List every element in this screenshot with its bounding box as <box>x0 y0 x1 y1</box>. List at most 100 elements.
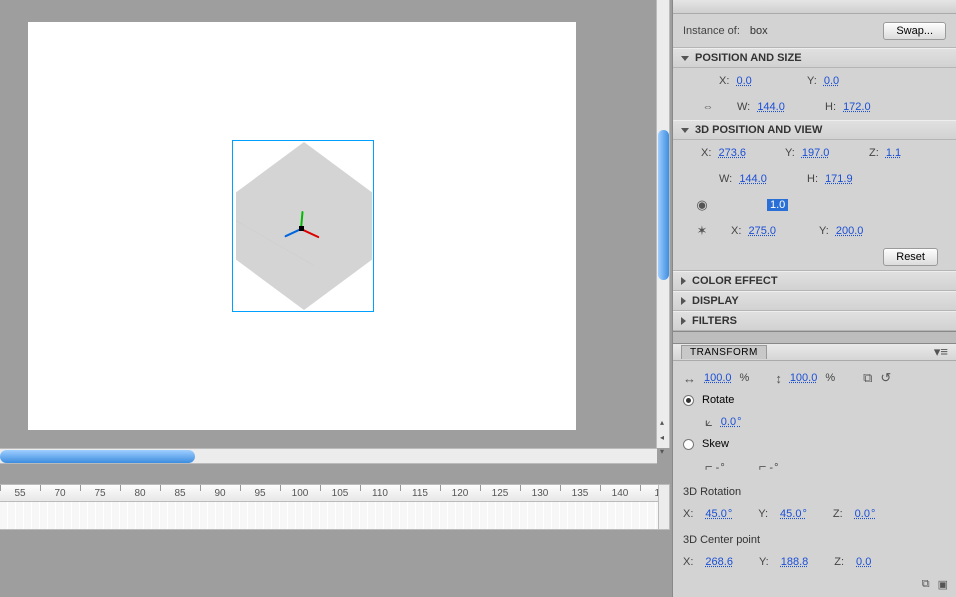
rot-x-value[interactable]: 45.0 <box>705 508 732 520</box>
ruler-tick: 115 <box>400 488 440 499</box>
ruler-tick: 80 <box>120 488 160 499</box>
center-x-value[interactable]: 268.6 <box>705 556 733 568</box>
timeline-scrollbar[interactable] <box>658 484 670 530</box>
3d-center-row: X: 268.6 Y: 188.8 Z: 0.0 <box>683 551 946 573</box>
3d-z-value[interactable]: 1.1 <box>886 147 901 159</box>
center-z-value[interactable]: 0.0 <box>856 556 871 568</box>
3d-axis-gizmo[interactable] <box>290 212 330 252</box>
scrollbar-thumb[interactable] <box>658 130 669 280</box>
pct: % <box>740 372 750 384</box>
pos-h-value[interactable]: 172.0 <box>843 101 871 113</box>
transform-panel: ↔ 100.0% ↕ 100.0% ⧉ ↺ Rotate ⟀ 0.0 Skew … <box>673 361 956 583</box>
section-filters[interactable]: FILTERS <box>673 311 956 331</box>
pos-w-value[interactable]: 144.0 <box>757 101 785 113</box>
perspective-angle-value[interactable]: 1.0 <box>767 199 788 211</box>
vanishing-point-icon[interactable]: ✶ <box>691 223 713 239</box>
scale-x-icon: ↔ <box>683 371 696 386</box>
rotate-value-row: ⟀ 0.0 <box>683 411 946 433</box>
section-color-effect[interactable]: COLOR EFFECT <box>673 271 956 291</box>
stage-area: ▴◂▾ <box>0 0 667 480</box>
ruler-tick: 105 <box>320 488 360 499</box>
ruler-tick: 75 <box>80 488 120 499</box>
scroll-arrows[interactable]: ▴◂▾ <box>657 418 667 456</box>
rotate-row[interactable]: Rotate <box>683 389 946 411</box>
skew-radio[interactable] <box>683 439 694 450</box>
y-label: Y: <box>758 508 768 520</box>
h-label: H: <box>807 173 818 185</box>
w-label: W: <box>719 173 732 185</box>
center-y-value[interactable]: 188.8 <box>781 556 809 568</box>
skew-v-value[interactable]: - <box>769 462 778 474</box>
3d-vanish-row: ✶ X: 275.0 Y: 200.0 <box>673 218 956 244</box>
z-label: Z: <box>834 556 844 568</box>
scale-row: ↔ 100.0% ↕ 100.0% ⧉ ↺ <box>683 367 946 389</box>
duplicate-icon[interactable]: ⧉ <box>922 578 930 591</box>
ruler-tick: 140 <box>600 488 640 499</box>
panel-menu-icon[interactable]: ▾≡ <box>934 344 948 360</box>
3d-wh-row: W: 144.0 H: 171.9 <box>673 166 956 192</box>
rotate-label: Rotate <box>702 394 734 406</box>
axis-origin[interactable] <box>299 226 304 231</box>
3d-xyz-row: X: 273.6 Y: 197.0 Z: 1.1 <box>673 140 956 166</box>
pos-y-value[interactable]: 0.0 <box>824 75 839 87</box>
skew-label: Skew <box>702 438 729 450</box>
3d-y-value[interactable]: 197.0 <box>802 147 830 159</box>
timeline-ruler[interactable]: 5570758085909510010511011512012513013514… <box>0 484 660 502</box>
3d-center-title: 3D Center point <box>683 534 760 546</box>
ruler-tick: 100 <box>280 488 320 499</box>
x-label: X: <box>683 556 693 568</box>
timeline-frames[interactable] <box>0 502 660 530</box>
pos-xy-row: X: 0.0 Y: 0.0 <box>673 68 956 94</box>
transform-panel-tab[interactable]: TRANSFORM ▾≡ <box>673 343 956 361</box>
vp-x-value[interactable]: 275.0 <box>748 225 776 237</box>
scale-y-value[interactable]: 100.0 <box>790 372 818 384</box>
reset-button[interactable]: Reset <box>883 248 938 266</box>
z-label: Z: <box>833 508 843 520</box>
rot-z-value[interactable]: 0.0 <box>855 508 876 520</box>
canvas-scrollbar-horizontal[interactable] <box>0 448 657 464</box>
tab-label: TRANSFORM <box>681 345 767 359</box>
skew-row[interactable]: Skew <box>683 433 946 455</box>
chevron-down-icon <box>681 56 689 61</box>
x-label: X: <box>701 147 711 159</box>
pct: % <box>825 372 835 384</box>
ruler-tick: 110 <box>360 488 400 499</box>
ruler-tick: 130 <box>520 488 560 499</box>
skew-h-value[interactable]: - <box>716 462 725 474</box>
y-label: Y: <box>759 556 769 568</box>
ruler-tick: 14 <box>640 488 660 499</box>
skew-v-icon: ⌐ <box>759 459 767 474</box>
reset-scale-icon[interactable]: ↺ <box>880 370 891 386</box>
scrollbar-thumb[interactable] <box>0 450 195 463</box>
rotate-radio[interactable] <box>683 395 694 406</box>
rot-y-value[interactable]: 45.0 <box>780 508 807 520</box>
scale-x-value[interactable]: 100.0 <box>704 372 732 384</box>
swap-button[interactable]: Swap... <box>883 22 946 40</box>
rotate-value[interactable]: 0.0 <box>721 416 742 428</box>
chevron-right-icon <box>681 317 686 325</box>
z-label: Z: <box>869 147 879 159</box>
skew-value-row: ⌐ - ⌐ - <box>683 455 946 477</box>
x-label: X: <box>731 225 741 237</box>
pos-x-value[interactable]: 0.0 <box>736 75 751 87</box>
3d-h-value[interactable]: 171.9 <box>825 173 853 185</box>
vp-y-value[interactable]: 200.0 <box>836 225 864 237</box>
lock-aspect-icon[interactable]: ⇔ <box>697 101 719 113</box>
3d-w-value[interactable]: 144.0 <box>739 173 767 185</box>
instance-label: Instance of: <box>683 25 740 37</box>
x-label: X: <box>719 75 729 87</box>
3d-x-value[interactable]: 273.6 <box>718 147 746 159</box>
ruler-tick: 125 <box>480 488 520 499</box>
3d-rotation-title: 3D Rotation <box>683 486 741 498</box>
section-3d-position[interactable]: 3D POSITION AND VIEW <box>673 120 956 140</box>
ruler-tick: 55 <box>0 488 40 499</box>
constrain-icon[interactable]: ⧉ <box>863 370 872 386</box>
camera-icon[interactable]: ◉ <box>691 197 713 213</box>
canvas-scrollbar-vertical[interactable] <box>656 0 670 448</box>
angle-icon: ⟀ <box>705 414 713 430</box>
new-icon[interactable]: ▣ <box>938 578 948 591</box>
section-position-size[interactable]: POSITION AND SIZE <box>673 48 956 68</box>
properties-panel: Instance of: box Swap... POSITION AND SI… <box>672 0 956 597</box>
section-display[interactable]: DISPLAY <box>673 291 956 311</box>
section-title: DISPLAY <box>692 295 739 307</box>
